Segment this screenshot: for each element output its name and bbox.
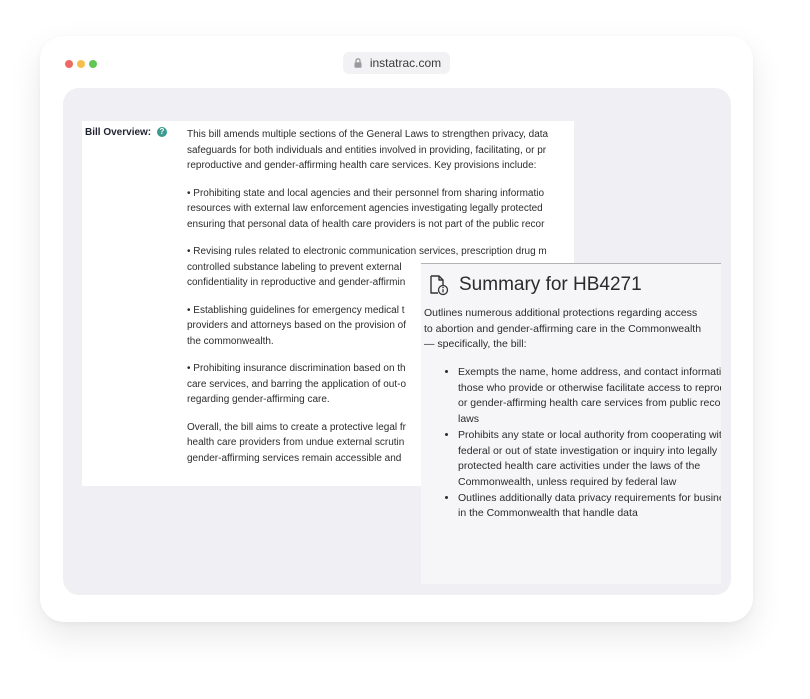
summary-list-item: Exempts the name, home address, and cont… bbox=[458, 365, 721, 428]
minimize-dot[interactable] bbox=[77, 60, 85, 68]
summary-intro: Outlines numerous additional protections… bbox=[424, 307, 702, 351]
summary-title: Summary for HB4271 bbox=[459, 274, 642, 295]
url-text: instatrac.com bbox=[369, 56, 442, 70]
maximize-dot[interactable] bbox=[89, 60, 97, 68]
summary-header: Summary for HB4271 bbox=[427, 274, 642, 296]
bill-text-line: This bill amends multiple sections of th… bbox=[187, 129, 549, 140]
window-controls bbox=[65, 60, 97, 68]
bill-text-line: providers and attorneys based on the pro… bbox=[187, 320, 407, 331]
bill-text-line: ensuring that personal data of health ca… bbox=[187, 218, 545, 230]
bill-paragraph: This bill amends multiple sections of th… bbox=[187, 127, 574, 174]
bill-text-line: • Establishing guidelines for emergency … bbox=[187, 304, 405, 316]
bill-text-line: confidentiality in reproductive and gend… bbox=[187, 277, 406, 288]
close-dot[interactable] bbox=[65, 60, 73, 68]
bill-text-line: safeguards for both individuals and enti… bbox=[187, 144, 547, 156]
summary-list: Exempts the name, home address, and cont… bbox=[424, 365, 721, 522]
bill-paragraph: • Prohibiting state and local agencies a… bbox=[187, 186, 574, 233]
bill-overview-label: Bill Overview: ? bbox=[85, 127, 167, 138]
browser-window: instatrac.com Bill Overview: ? This bill… bbox=[40, 36, 753, 622]
bill-text-line: gender-affirming services remain accessi… bbox=[187, 452, 402, 464]
bill-text-line: the commonwealth. bbox=[187, 335, 274, 347]
bill-text-line: health care providers from undue externa… bbox=[187, 437, 405, 448]
summary-list-item: Outlines additionally data privacy requi… bbox=[458, 491, 721, 522]
bill-text-line: reproductive and gender-affirming health… bbox=[187, 160, 537, 171]
help-icon[interactable]: ? bbox=[156, 127, 167, 137]
page-content: Bill Overview: ? This bill amends multip… bbox=[63, 88, 731, 595]
summary-list-item: Prohibits any state or local authority f… bbox=[458, 428, 721, 491]
document-info-icon bbox=[430, 275, 449, 296]
lock-icon bbox=[354, 58, 362, 68]
bill-text-line: regarding gender-affirming care. bbox=[187, 394, 330, 405]
bill-text-line: • Prohibiting insurance discrimination b… bbox=[187, 363, 406, 374]
summary-popover: Summary for HB4271 Outlines numerous add… bbox=[421, 263, 721, 584]
bill-text-line: • Revising rules related to electronic c… bbox=[187, 246, 547, 257]
address-bar[interactable]: instatrac.com bbox=[343, 52, 450, 74]
bill-text-line: Overall, the bill aims to create a prote… bbox=[187, 421, 406, 433]
bill-text-line: care services, and barring the applicati… bbox=[187, 378, 407, 390]
bill-text-line: • Prohibiting state and local agencies a… bbox=[187, 187, 545, 199]
bill-text-line: resources with external law enforcement … bbox=[187, 203, 543, 214]
bill-text-line: controlled substance labeling to prevent… bbox=[187, 261, 402, 273]
